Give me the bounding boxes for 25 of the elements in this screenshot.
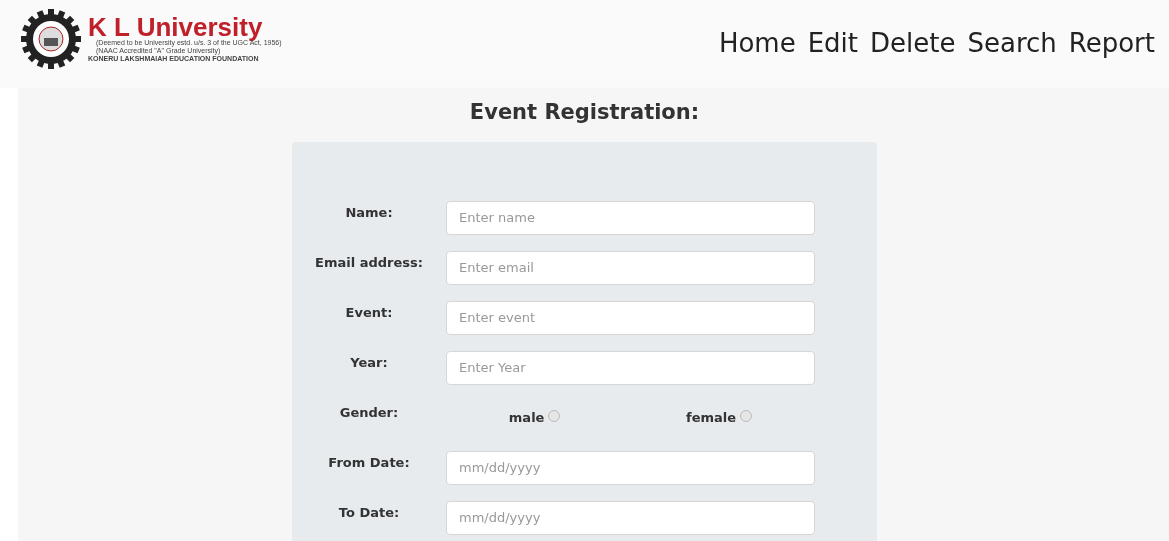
nav-link[interactable]: Edit <box>807 28 859 58</box>
field-label: Event: <box>344 305 394 320</box>
text-field[interactable]: Enter name <box>446 200 815 235</box>
field-label: Gender: <box>338 405 400 420</box>
radio-label: female <box>686 410 737 425</box>
field-label: Email address: <box>314 255 424 270</box>
date-field[interactable]: mm/dd/yyyy <box>446 500 815 535</box>
field-label: Name: <box>344 205 394 220</box>
field-label: Year: <box>349 355 389 370</box>
university-emblem-icon <box>20 8 82 70</box>
nav-link[interactable]: Report <box>1068 28 1155 58</box>
nav-link[interactable]: Search <box>967 28 1057 58</box>
text-field[interactable]: Enter Year <box>446 350 815 385</box>
date-field[interactable]: mm/dd/yyyy <box>446 450 815 485</box>
field-label: To Date: <box>337 505 401 520</box>
radio-label: male <box>508 410 545 425</box>
form-title: Event Registration: <box>469 100 700 124</box>
text-field[interactable]: Enter email <box>446 250 815 285</box>
field-label: From Date: <box>327 455 411 470</box>
nav-link[interactable]: Home <box>718 28 796 58</box>
radio-button[interactable] <box>740 410 753 422</box>
nav-link[interactable]: Delete <box>870 28 956 58</box>
radio-button[interactable] <box>548 410 561 422</box>
text-field[interactable]: Enter event <box>446 300 815 335</box>
university-name: K L University <box>88 15 263 39</box>
